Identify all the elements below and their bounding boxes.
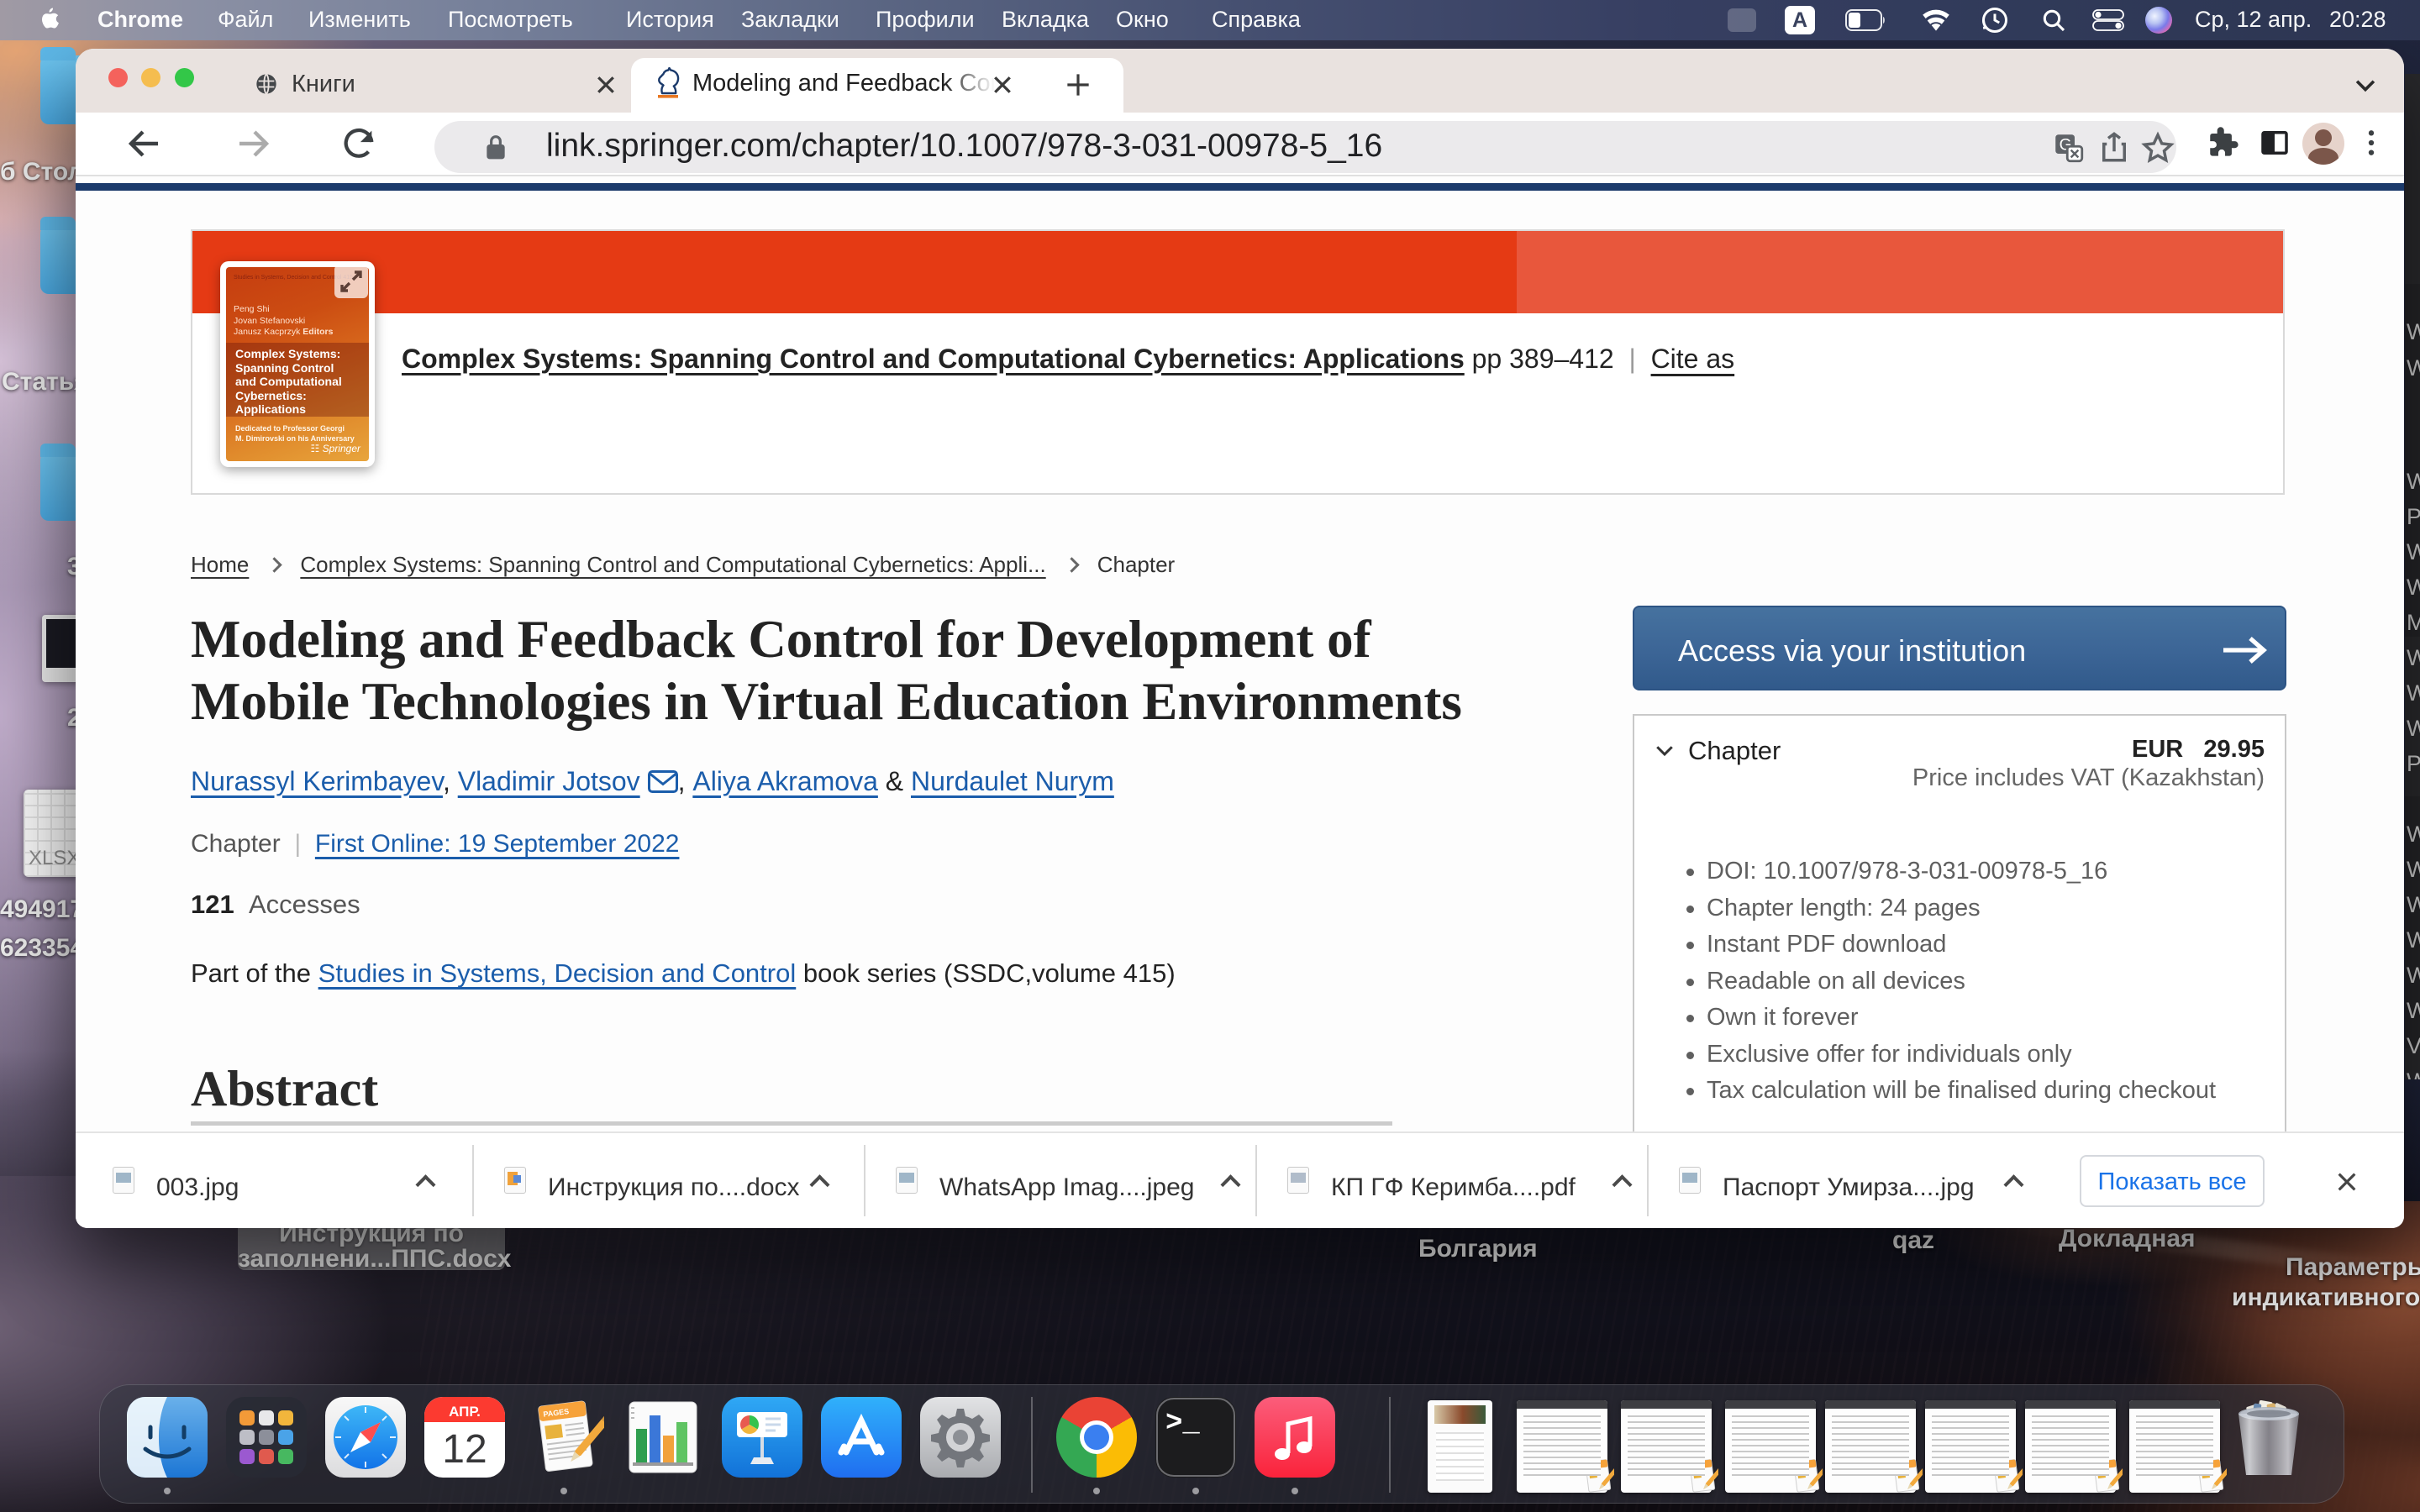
svg-text:>_: >_ — [1165, 1408, 1200, 1440]
svg-text:АПР.: АПР. — [449, 1404, 481, 1420]
svg-text:12: 12 — [442, 1427, 487, 1472]
